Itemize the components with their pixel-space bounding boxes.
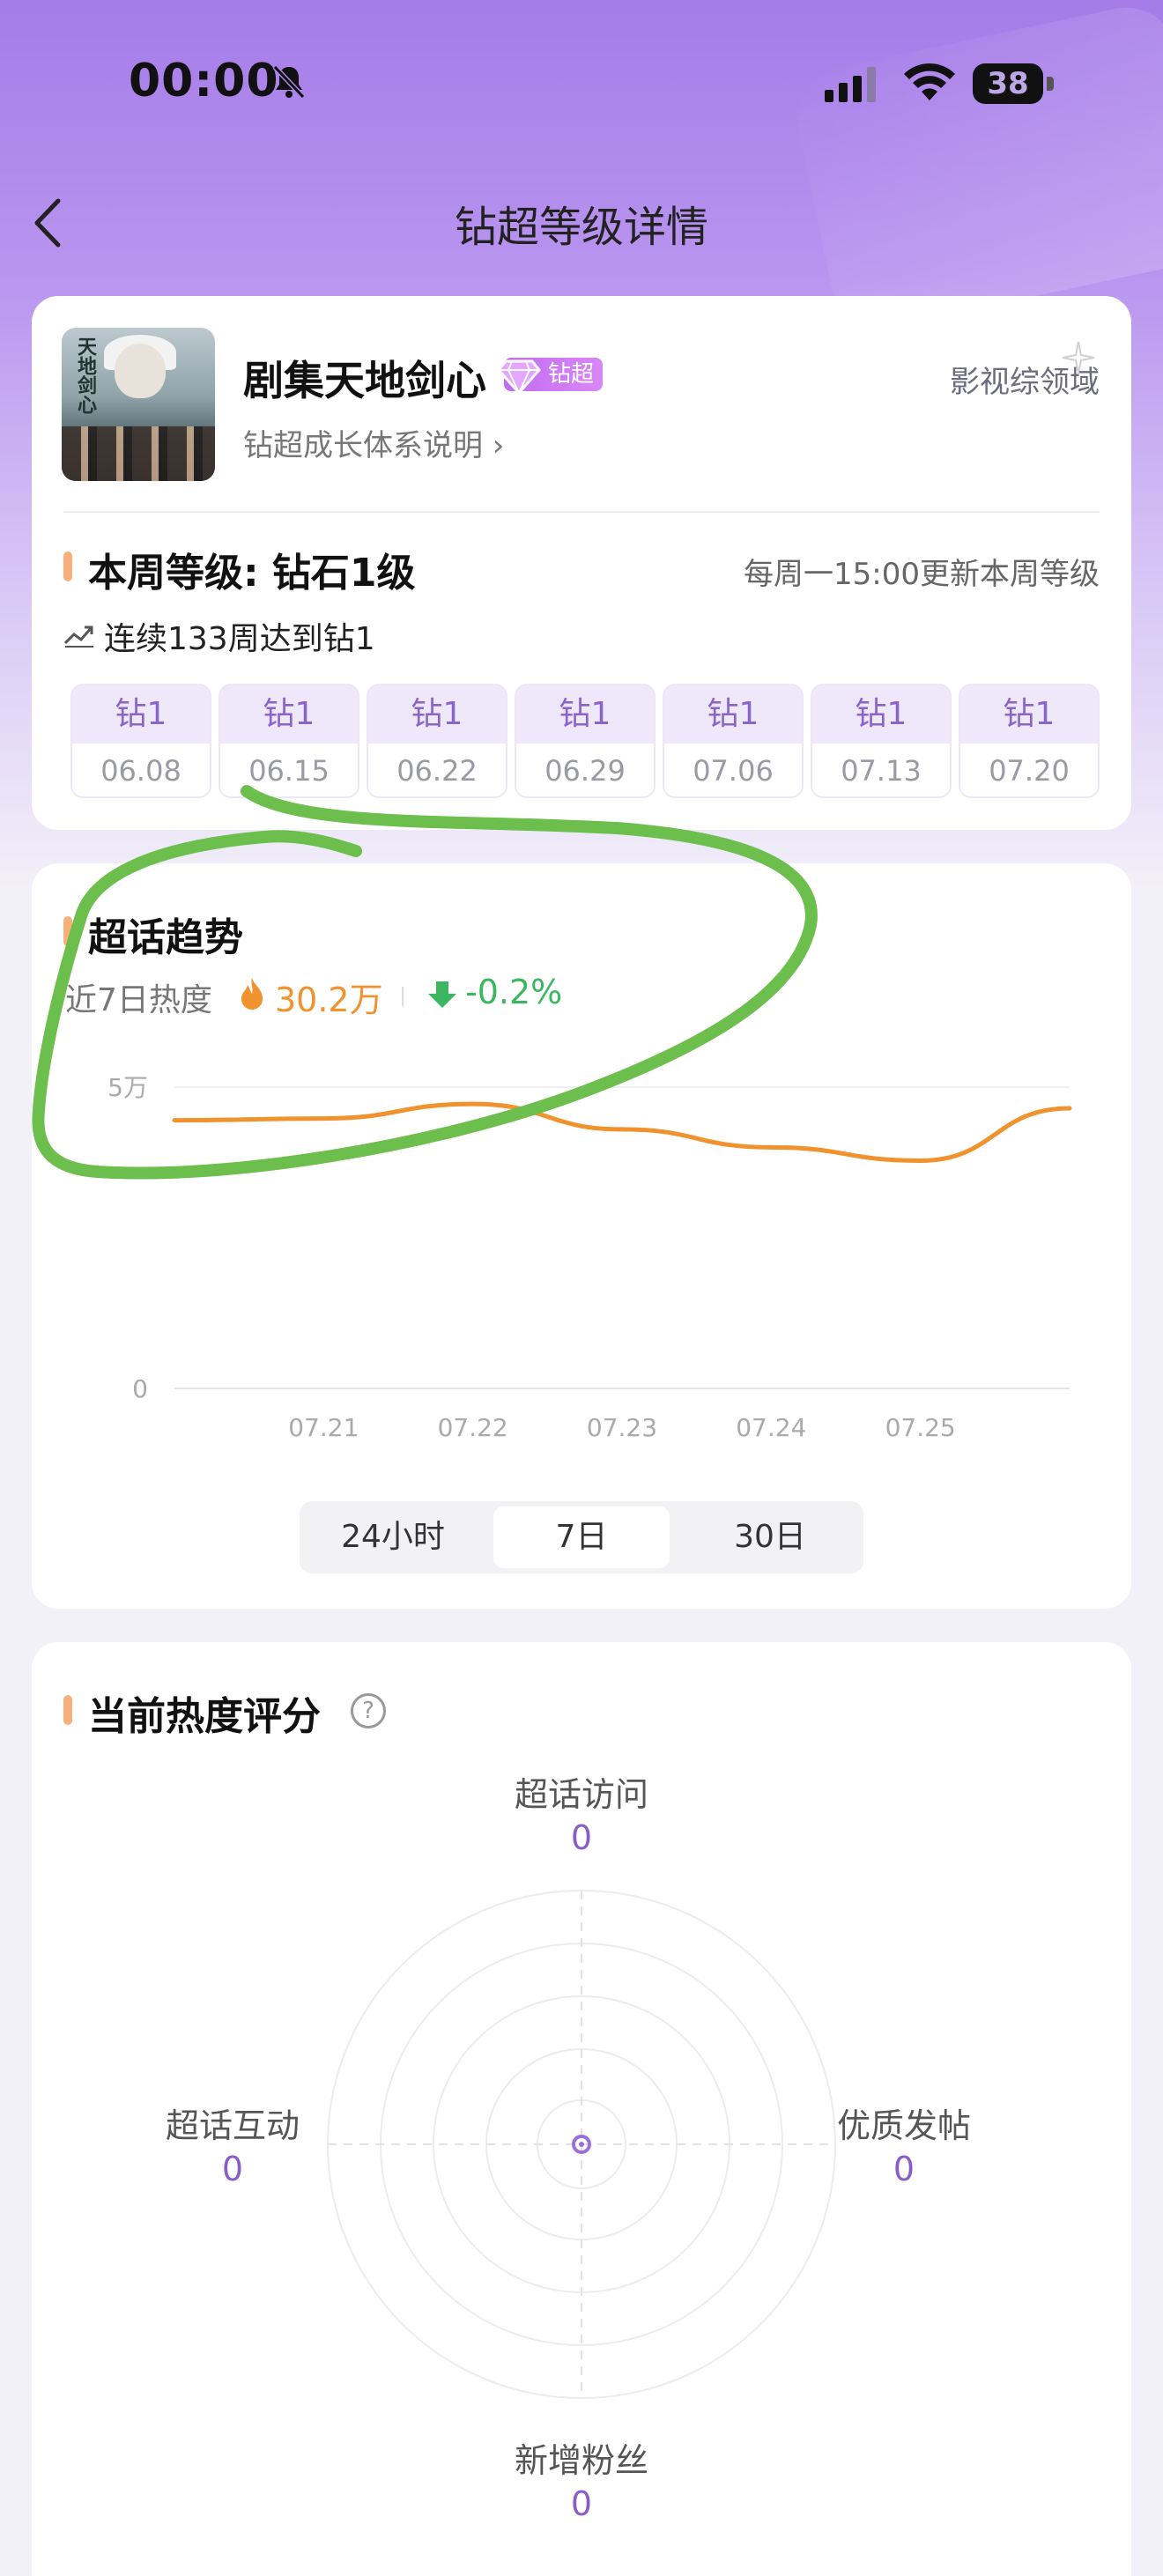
- week-date: 06.22: [368, 744, 506, 798]
- radar-label-new-fans: 新增粉丝: [476, 2433, 687, 2482]
- trend-up-icon: [63, 622, 95, 648]
- week-level: 钻1: [220, 685, 358, 744]
- badge-label: 钻超: [548, 361, 594, 388]
- week-date: 06.29: [516, 744, 654, 798]
- radar-value-new-fans: 0: [476, 2484, 687, 2523]
- x-tick-label: 07.22: [438, 1413, 508, 1442]
- diamond-badge: 钻超: [504, 358, 603, 391]
- poster-title-text: 天地剑心: [70, 337, 99, 414]
- week-level: 钻1: [664, 685, 802, 744]
- x-tick-label: 07.21: [288, 1413, 359, 1442]
- week-date: 06.08: [72, 744, 210, 798]
- week-cell: 钻1 07.06: [663, 684, 804, 798]
- week-cell: 钻1 06.15: [219, 684, 359, 798]
- week-level: 钻1: [812, 685, 950, 744]
- section-accent-bar: [63, 551, 72, 581]
- battery-level: 38: [973, 63, 1043, 104]
- status-time: 00:00: [129, 55, 279, 107]
- x-tick-label: 07.24: [736, 1413, 806, 1442]
- radar-label-interaction: 超话互动: [127, 2099, 338, 2147]
- bell-muted-icon: [270, 62, 308, 100]
- trend-title: 超话趋势: [88, 906, 243, 962]
- week-level: 钻1: [516, 685, 654, 744]
- battery-cap: [1047, 77, 1054, 91]
- domain-label: 影视综领域: [950, 358, 1100, 401]
- poster-cast-row: [62, 426, 215, 481]
- page-title: 钻超等级详情: [0, 192, 1163, 254]
- show-name[interactable]: 剧集天地剑心: [243, 349, 486, 407]
- battery-indicator: 38: [973, 63, 1054, 104]
- trend-card: 超话趋势 近7日热度 30.2万 -0.2% 0 5万 07.21 07.22 07.2…: [32, 863, 1131, 1609]
- week-cell: 钻1 06.08: [70, 684, 211, 798]
- week-level: 钻1: [368, 685, 506, 744]
- tab-30d[interactable]: 30日: [682, 1506, 858, 1568]
- cellular-signal-icon: [823, 65, 881, 104]
- growth-system-link[interactable]: 钻超成长体系说明 ›: [243, 421, 504, 464]
- heat-label: 近7日热度: [65, 974, 212, 1020]
- heat-value: 30.2万: [275, 973, 383, 1021]
- arrow-down-icon: [426, 980, 458, 1010]
- y-tick-label: 0: [132, 1374, 148, 1403]
- radar-value-interaction: 0: [127, 2150, 338, 2188]
- wifi-icon: [902, 62, 957, 104]
- status-bar: 00:00 38: [0, 0, 1163, 167]
- y-tick-label: 5万: [107, 1073, 148, 1102]
- radar-label-quality-posts: 优质发帖: [798, 2099, 1010, 2147]
- poster-figure-face: [115, 344, 166, 398]
- week-cell: 钻1 07.20: [959, 684, 1100, 798]
- week-cell: 钻1 07.13: [811, 684, 952, 798]
- time-range-tabs: 24小时 7日 30日: [300, 1501, 863, 1573]
- weekly-level-title: 本周等级: 钻石1级: [88, 541, 416, 597]
- x-tick-label: 07.25: [885, 1413, 956, 1442]
- fire-icon: [236, 976, 268, 1011]
- card-divider: [63, 511, 1100, 513]
- weekly-level-history: 钻1 06.08 钻1 06.15 钻1 06.22 钻1 06.29 钻1 0…: [70, 684, 1100, 800]
- level-card: 天地剑心 剧集天地剑心 钻超 钻超成长体系说明 › 影视综领域 本周等级: 钻石…: [32, 296, 1131, 830]
- section-accent-bar: [63, 916, 72, 946]
- radar-value-visits: 0: [476, 1818, 687, 1857]
- show-poster[interactable]: 天地剑心: [62, 328, 215, 481]
- radar-label-visits: 超话访问: [476, 1767, 687, 1816]
- week-date: 07.06: [664, 744, 802, 798]
- update-note: 每周一15:00更新本周等级: [744, 550, 1100, 593]
- tab-24h[interactable]: 24小时: [305, 1506, 481, 1568]
- week-cell: 钻1 06.22: [367, 684, 507, 798]
- trend-line-chart[interactable]: 0 5万 07.21 07.22 07.23 07.24 07.25: [67, 1066, 1098, 1454]
- stat-separator: [402, 987, 404, 1006]
- series-line: [174, 1104, 1070, 1160]
- week-level: 钻1: [960, 685, 1098, 744]
- heat-change: -0.2%: [465, 973, 562, 1011]
- radar-value-quality-posts: 0: [798, 2150, 1010, 2188]
- week-date: 06.15: [220, 744, 358, 798]
- week-level: 钻1: [72, 685, 210, 744]
- week-date: 07.20: [960, 744, 1098, 798]
- streak-text: 连续133周达到钻1: [104, 613, 375, 659]
- tab-7d[interactable]: 7日: [493, 1506, 670, 1568]
- week-date: 07.13: [812, 744, 950, 798]
- x-tick-label: 07.23: [587, 1413, 657, 1442]
- diamond-icon: [497, 354, 541, 395]
- week-cell: 钻1 06.29: [515, 684, 656, 798]
- heat-score-card: 当前热度评分 ? 超话访问 0 优质发帖 0 新增粉丝 0 超话互动 0: [32, 1642, 1131, 2576]
